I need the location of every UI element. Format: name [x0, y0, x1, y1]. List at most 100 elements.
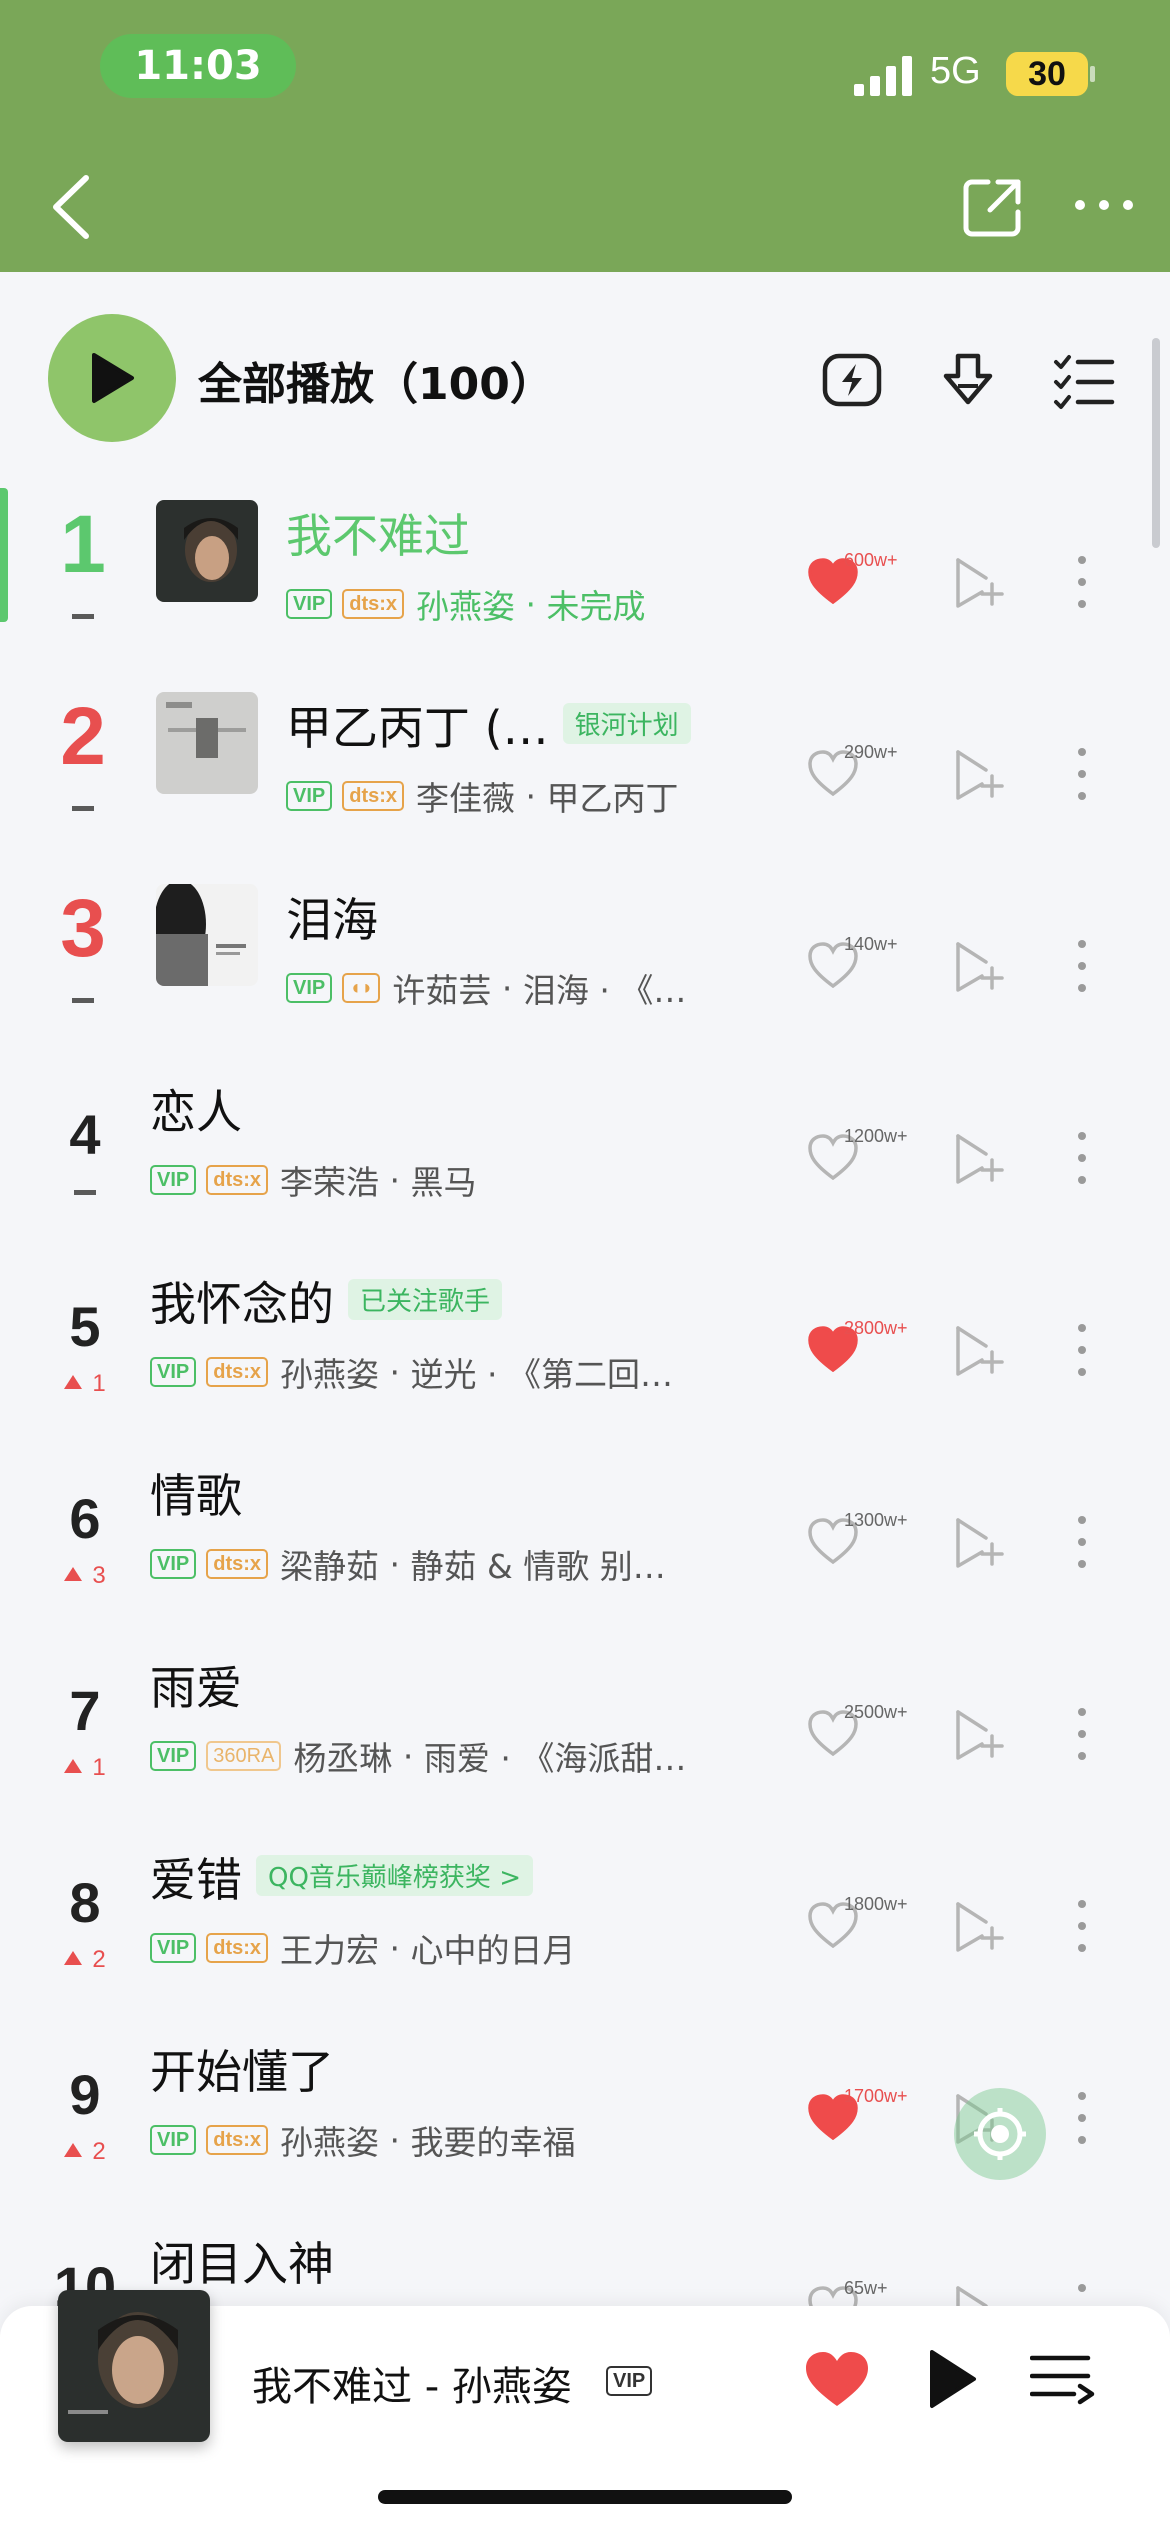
- battery-level: 30: [1006, 52, 1088, 96]
- song-meta: VIP ◖◗ 许茹芸 · 泪海 · 《…: [286, 968, 790, 1008]
- more-vertical-icon[interactable]: [1076, 1514, 1088, 1570]
- more-vertical-icon[interactable]: [1076, 2090, 1088, 2146]
- play-icon[interactable]: [926, 2348, 978, 2410]
- add-to-playlist-icon[interactable]: [952, 1708, 1004, 1762]
- artist-name[interactable]: 李荣浩: [280, 1160, 379, 1200]
- song-row[interactable]: 8 2 爱错 QQ音乐巅峰榜获奖 > VIP dts:x 王力宏 · 心中的日月 1800w+: [0, 1840, 1170, 2032]
- home-indicator[interactable]: [378, 2490, 792, 2504]
- flash-play-icon[interactable]: [820, 350, 884, 410]
- more-vertical-icon[interactable]: [1076, 1130, 1088, 1186]
- song-title[interactable]: 我怀念的: [150, 1277, 334, 1331]
- song-tag[interactable]: 银河计划: [562, 703, 691, 744]
- vip-badge: VIP: [150, 1549, 197, 1579]
- song-row[interactable]: 4 恋人 VIP dts:x 李荣浩 · 黑马 1200w+: [0, 1072, 1170, 1264]
- song-title[interactable]: 雨爱: [150, 1661, 242, 1715]
- header: 11:03 5G 30: [0, 0, 1170, 272]
- more-vertical-icon[interactable]: [1076, 554, 1088, 610]
- album-name[interactable]: 未完成: [547, 584, 646, 624]
- artist-name[interactable]: 李佳薇: [416, 776, 515, 816]
- song-title[interactable]: 泪海: [286, 893, 378, 947]
- album-name[interactable]: 泪海 · 《…: [523, 968, 686, 1008]
- add-to-playlist-icon[interactable]: [952, 1324, 1004, 1378]
- mini-player-title[interactable]: 我不难过 - 孙燕姿: [252, 2354, 572, 2412]
- artist-name[interactable]: 王力宏: [280, 1928, 379, 1968]
- artist-name[interactable]: 孙燕姿: [280, 1352, 379, 1392]
- rank-change-value: 1: [92, 1754, 106, 1781]
- album-cover[interactable]: [156, 500, 258, 602]
- rank-unchanged-icon: [28, 794, 138, 822]
- artist-name[interactable]: 杨丞琳: [293, 1736, 392, 1776]
- more-vertical-icon[interactable]: [1076, 1898, 1088, 1954]
- more-vertical-icon[interactable]: [1076, 938, 1088, 994]
- like-count: 600w+: [844, 550, 898, 570]
- album-name[interactable]: 心中的日月: [411, 1928, 576, 1968]
- vip-badge: VIP: [150, 2125, 197, 2155]
- play-all-button[interactable]: [48, 314, 176, 442]
- song-title[interactable]: 我不难过: [286, 509, 470, 563]
- add-to-playlist-icon[interactable]: [952, 1516, 1004, 1570]
- song-tag[interactable]: QQ音乐巅峰榜获奖 >: [256, 1855, 533, 1896]
- artist-name[interactable]: 许茹芸: [392, 968, 491, 1008]
- add-to-playlist-icon[interactable]: [952, 940, 1004, 994]
- song-row[interactable]: 2 甲乙丙丁 (… 银河计划 VIP dts:x 李佳薇 · 甲乙丙丁 290w+: [0, 688, 1170, 880]
- rank-number: 7: [69, 1679, 101, 1742]
- artist-name[interactable]: 梁静茹: [280, 1544, 379, 1584]
- multi-select-icon[interactable]: [1052, 350, 1116, 410]
- more-horizontal-icon[interactable]: [1072, 190, 1136, 220]
- song-title[interactable]: 恋人: [150, 1085, 242, 1139]
- song-title-line: 闭目入神: [150, 2228, 334, 2294]
- artist-name[interactable]: 孙燕姿: [416, 584, 515, 624]
- vip-badge: VIP: [150, 1933, 197, 1963]
- rank-up-icon: [64, 1375, 83, 1389]
- song-meta: VIP 360RA 杨丞琳 · 雨爱 · 《海派甜…: [150, 1736, 790, 1776]
- album-name[interactable]: 甲乙丙丁: [547, 776, 679, 816]
- more-vertical-icon[interactable]: [1076, 1322, 1088, 1378]
- like-count: 140w+: [844, 934, 898, 954]
- album-name[interactable]: 我要的幸福: [411, 2120, 576, 2160]
- album-name[interactable]: 静茹 & 情歌 别…: [411, 1544, 666, 1584]
- status-time: 11:03: [100, 34, 296, 98]
- vip-badge: VIP: [286, 589, 333, 619]
- more-vertical-icon[interactable]: [1076, 746, 1088, 802]
- locate-icon: [974, 2108, 1026, 2160]
- song-row[interactable]: 7 1 雨爱 VIP 360RA 杨丞琳 · 雨爱 · 《海派甜… 2500w+: [0, 1648, 1170, 1840]
- song-title[interactable]: 开始懂了: [150, 2045, 334, 2099]
- song-title[interactable]: 闭目入神: [150, 2237, 334, 2291]
- song-title[interactable]: 甲乙丙丁 (…: [286, 701, 549, 755]
- song-row[interactable]: 5 1 我怀念的 已关注歌手 VIP dts:x 孙燕姿 · 逆光 · 《第二回… 2800w…: [0, 1264, 1170, 1456]
- song-meta: VIP dts:x 王力宏 · 心中的日月: [150, 1928, 790, 1968]
- song-row[interactable]: 6 3 情歌 VIP dts:x 梁静茹 · 静茹 & 情歌 别… 1300w+: [0, 1456, 1170, 1648]
- add-to-playlist-icon[interactable]: [952, 556, 1004, 610]
- add-to-playlist-icon[interactable]: [952, 1132, 1004, 1186]
- rank-number: 8: [69, 1871, 101, 1934]
- network-type: 5G: [930, 50, 981, 92]
- song-title[interactable]: 情歌: [150, 1469, 242, 1523]
- song-title-line: 我不难过: [286, 500, 470, 566]
- album-name[interactable]: 黑马: [411, 1160, 477, 1200]
- add-to-playlist-icon[interactable]: [952, 748, 1004, 802]
- song-title[interactable]: 爱错: [150, 1853, 242, 1907]
- like-count: 1200w+: [844, 1126, 908, 1146]
- back-icon[interactable]: [44, 172, 100, 242]
- album-cover[interactable]: [156, 692, 258, 794]
- heart-icon[interactable]: [804, 2350, 870, 2410]
- album-name[interactable]: 雨爱 · 《海派甜…: [424, 1736, 686, 1776]
- song-title-line: 开始懂了: [150, 2036, 334, 2102]
- locate-current-button[interactable]: [954, 2088, 1046, 2180]
- download-icon[interactable]: [936, 350, 1000, 410]
- share-external-icon[interactable]: [962, 176, 1024, 238]
- rank-up-icon: [64, 1567, 83, 1581]
- play-all-label[interactable]: 全部播放（100）: [198, 348, 554, 412]
- song-row[interactable]: 3 泪海 VIP ◖◗ 许茹芸 · 泪海 · 《… 140w+: [0, 880, 1170, 1072]
- dtsx-badge-icon: dts:x: [206, 1549, 269, 1579]
- song-tag[interactable]: 已关注歌手: [348, 1279, 503, 1320]
- album-cover[interactable]: [156, 884, 258, 986]
- playlist-icon[interactable]: [1030, 2352, 1096, 2408]
- more-vertical-icon[interactable]: [1076, 1706, 1088, 1762]
- artist-name[interactable]: 孙燕姿: [280, 2120, 379, 2160]
- album-name[interactable]: 逆光 · 《第二回…: [411, 1352, 673, 1392]
- add-to-playlist-icon[interactable]: [952, 1900, 1004, 1954]
- mini-player-cover[interactable]: [58, 2290, 210, 2442]
- song-row[interactable]: 1 我不难过 VIP dts:x 孙燕姿 · 未完成 600w+: [0, 488, 1170, 688]
- meta-separator: ·: [379, 1928, 411, 1968]
